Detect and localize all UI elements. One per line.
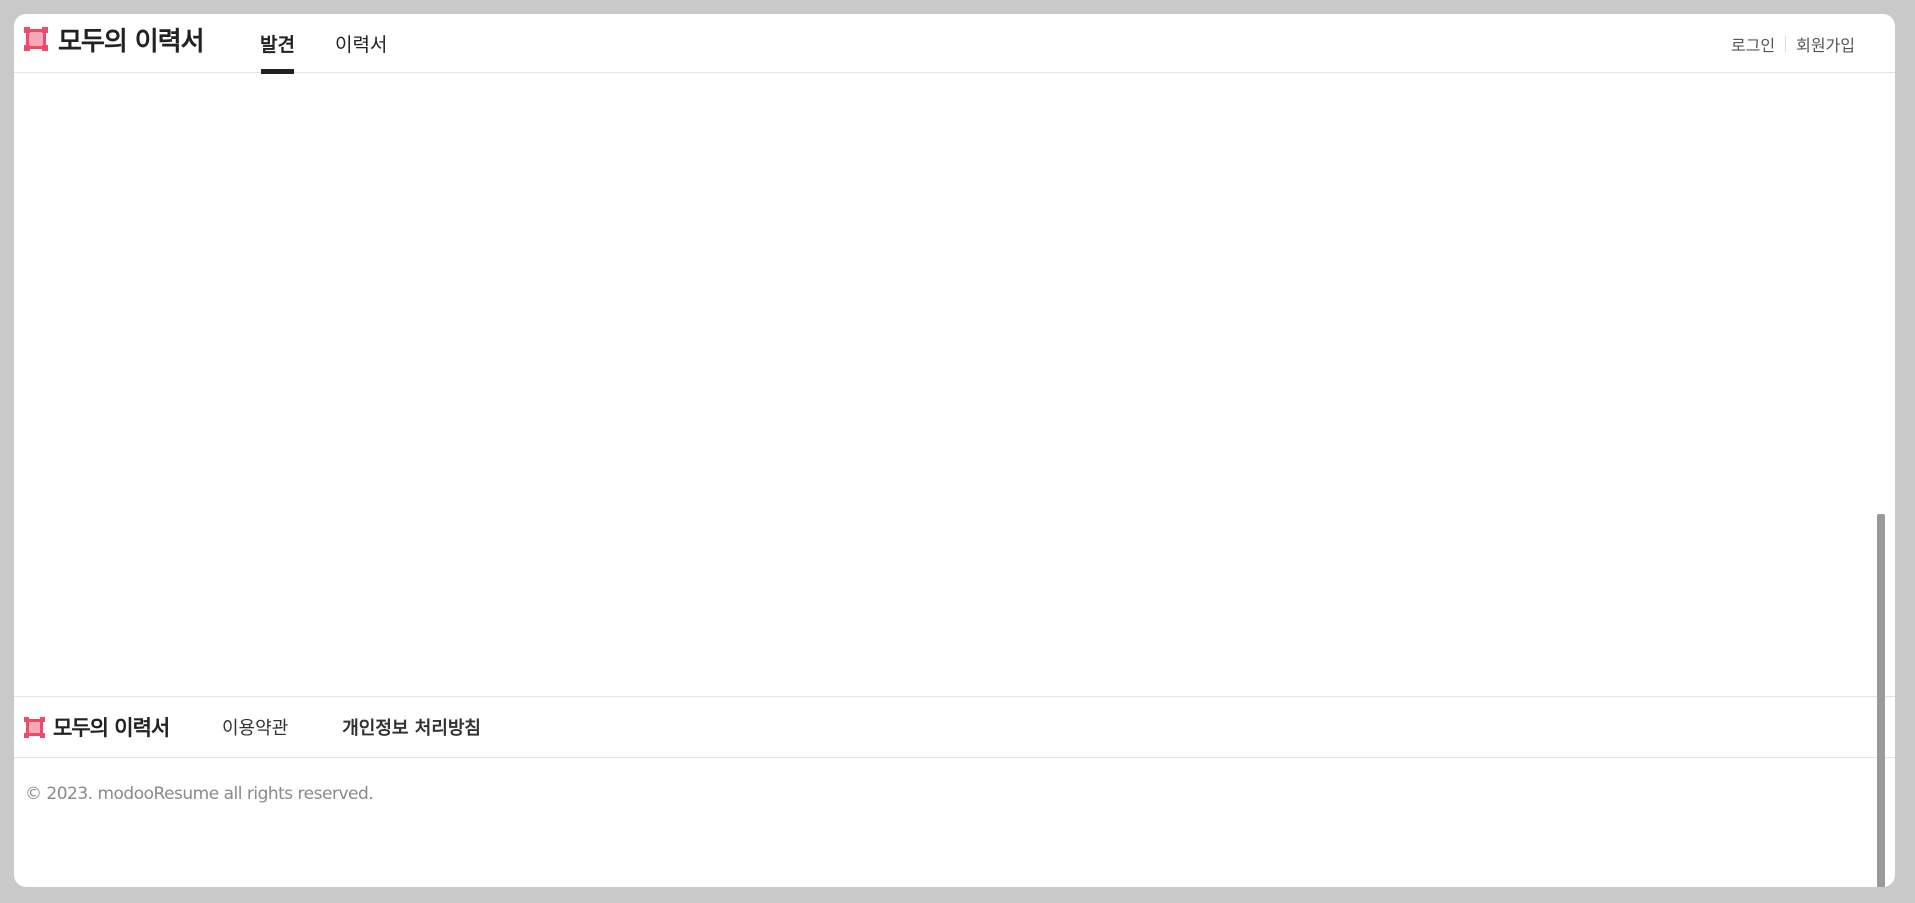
nav-item-label: 이력서	[334, 34, 388, 56]
footer-logo-text: 모두의 이력서	[53, 716, 170, 740]
terms-link[interactable]: 이용약관	[222, 714, 288, 740]
auth-divider	[1785, 35, 1787, 52]
active-tab-indicator	[261, 69, 294, 74]
footer-links: 이용약관 개인정보 처리방침	[222, 697, 535, 757]
nav-item-discover[interactable]: 발견	[260, 14, 295, 74]
logo-icon	[24, 27, 48, 51]
site-header: 모두의 이력서 발견 이력서 로그인 회원가입	[14, 14, 1895, 74]
nav-item-label: 발견	[260, 34, 295, 56]
copyright-text: © 2023. modooResume all rights reserved.	[25, 784, 374, 804]
header-logo[interactable]: 모두의 이력서	[24, 22, 205, 57]
scrollbar-thumb[interactable]	[1877, 514, 1885, 887]
browser-window: 모두의 이력서 발견 이력서 로그인 회원가입 모두의 이력서 이용약관 개인정…	[14, 14, 1895, 887]
auth-links: 로그인 회원가입	[1731, 14, 1855, 73]
login-link[interactable]: 로그인	[1731, 32, 1775, 56]
signup-link[interactable]: 회원가입	[1796, 32, 1855, 56]
privacy-policy-link[interactable]: 개인정보 처리방침	[342, 714, 481, 740]
logo-icon	[24, 716, 45, 738]
footer-logo[interactable]: 모두의 이력서	[24, 697, 170, 757]
site-footer: 모두의 이력서 이용약관 개인정보 처리방침	[14, 696, 1895, 758]
main-nav: 발견 이력서	[260, 14, 427, 74]
nav-item-resume[interactable]: 이력서	[335, 14, 387, 73]
logo-text: 모두의 이력서	[58, 26, 205, 57]
